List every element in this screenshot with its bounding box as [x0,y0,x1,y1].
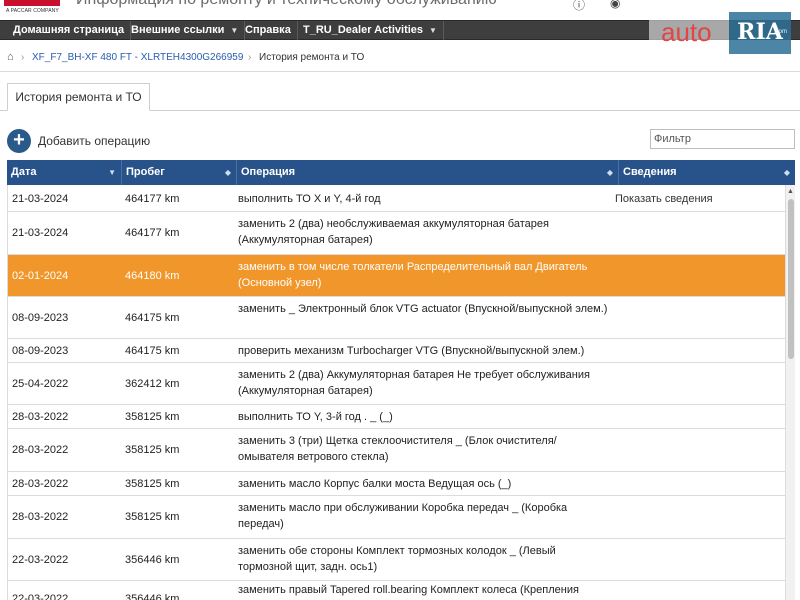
scroll-up-icon[interactable]: ▲ [787,188,794,195]
show-details-link[interactable]: Показать сведения [615,191,785,207]
nav-home[interactable]: Домашняя страница [7,21,132,40]
table-header: Дата ▼ Пробег ◆ Операция ◆ Сведения ◆ [7,160,795,185]
row-date: 25-04-2022 [12,378,69,390]
breadcrumb: ⌂ › XF_F7_BH-XF 480 FT - XLRTEH4300G2669… [0,44,800,72]
row-operation: заменить 2 (два) Аккумуляторная батарея … [238,369,590,397]
table-row[interactable]: 28-03-2022 358125 km выполнить ТО Y, 3-й… [8,405,786,429]
table-row[interactable]: 22-03-2022 356446 km заменить правый Tap… [8,581,786,600]
row-operation: выполнить ТО Y, 3-й год . _ (_) [238,411,393,423]
row-date: 02-01-2024 [12,270,69,282]
row-date: 22-03-2022 [12,593,69,600]
table-row[interactable]: 08-09-2023 464175 km проверить механизм … [8,339,786,363]
sort-icon: ◆ [783,168,790,177]
row-mileage: 358125 km [125,411,180,423]
info-icon[interactable]: ⓘ [573,0,585,13]
row-date: 08-09-2023 [12,312,69,324]
row-date: 28-03-2022 [12,444,69,456]
row-mileage: 464175 km [125,345,180,357]
row-mileage: 358125 km [125,478,180,490]
scroll-thumb[interactable] [788,199,794,359]
table-row[interactable]: 22-03-2022 356446 km заменить обе сторон… [8,539,786,581]
sort-icon: ◆ [606,168,613,177]
table-row[interactable]: 28-03-2022 358125 km заменить масло при … [8,496,786,539]
row-operation: заменить 3 (три) Щетка стеклоочистителя … [238,435,557,463]
table-row[interactable]: 25-04-2022 362412 km заменить 2 (два) Ак… [8,363,786,405]
nav-external-links[interactable]: Внешние ссылки ▼ [125,21,246,40]
chevron-down-icon: ▼ [429,26,437,35]
home-icon[interactable]: ⌂ [7,51,14,63]
row-mileage: 464177 km [125,193,180,205]
breadcrumb-separator: › [21,52,25,63]
row-mileage: 362412 km [125,378,180,390]
row-date: 21-03-2024 [12,193,69,205]
sort-desc-icon: ▼ [108,168,116,177]
row-operation: выполнить ТО X и Y, 4-й год [238,193,381,205]
table-row[interactable]: 21-03-2024 464177 km выполнить ТО X и Y,… [8,185,786,212]
row-mileage: 356446 km [125,554,180,566]
chevron-down-icon: ▼ [230,26,239,35]
row-date: 28-03-2022 [12,511,69,523]
table-row[interactable]: 21-03-2024 464177 km заменить 2 (два) не… [8,212,786,255]
breadcrumb-current: История ремонта и ТО [259,52,365,63]
user-icon[interactable]: ◉ [610,0,620,10]
table-row[interactable]: 28-03-2022 358125 km заменить 3 (три) Ще… [8,429,786,472]
tab-repair-history[interactable]: История ремонта и ТО [7,83,150,111]
nav-help[interactable]: Справка [239,21,298,40]
nav-dealer-activities[interactable]: T_RU_Dealer Activities ▼ [297,21,444,40]
plus-icon: + [7,129,31,153]
row-operation: заменить в том числе толкатели Распредел… [238,261,588,289]
table-row[interactable]: 08-09-2023 464175 km заменить _ Электрон… [8,297,786,339]
row-mileage: 358125 km [125,511,180,523]
table-row[interactable]: 28-03-2022 358125 km заменить масло Корп… [8,472,786,496]
row-mileage: 464175 km [125,312,180,324]
table-body: 21-03-2024 464177 km выполнить ТО X и Y,… [7,185,795,600]
row-operation: заменить обе стороны Комплект тормозных … [238,545,556,573]
breadcrumb-vehicle-link[interactable]: XF_F7_BH-XF 480 FT - XLRTEH4300G266959 [32,52,243,63]
add-operation-label: Добавить операцию [38,134,151,148]
column-info[interactable]: Сведения ◆ [619,160,795,185]
sort-icon: ◆ [224,168,231,177]
table-scrollbar[interactable]: ▲ [785,185,795,600]
tab-bar: История ремонта и ТО [0,83,800,111]
row-operation: заменить правый Tapered roll.bearing Ком… [238,584,579,596]
row-mileage: 464177 km [125,227,180,239]
app-title: Информация по ремонту и техническому обс… [76,0,497,9]
table-row-selected[interactable]: 02-01-2024 464180 km заменить в том числ… [8,255,786,297]
row-date: 28-03-2022 [12,411,69,423]
column-mileage[interactable]: Пробег ◆ [122,160,237,185]
row-date: 08-09-2023 [12,345,69,357]
row-date: 21-03-2024 [12,227,69,239]
row-operation: заменить масло при обслуживании Коробка … [238,502,568,530]
breadcrumb-separator: › [248,52,252,63]
column-date[interactable]: Дата ▼ [7,160,122,185]
column-operation[interactable]: Операция ◆ [237,160,619,185]
row-date: 22-03-2022 [12,554,69,566]
row-date: 28-03-2022 [12,478,69,490]
row-operation: заменить масло Корпус балки моста Ведуща… [238,478,512,490]
filter-input[interactable] [650,129,795,149]
row-mileage: 358125 km [125,444,180,456]
daf-logo[interactable] [4,0,60,6]
row-mileage: 464180 km [125,270,180,282]
row-operation: заменить _ Электронный блок VTG actuator… [238,303,608,315]
row-operation: заменить 2 (два) необслуживаемая аккумул… [238,218,549,246]
row-mileage: 356446 km [125,593,180,600]
logo-subtitle: A PACCAR COMPANY [6,8,59,14]
row-operation: проверить механизм Turbocharger VTG (Впу… [238,345,585,357]
